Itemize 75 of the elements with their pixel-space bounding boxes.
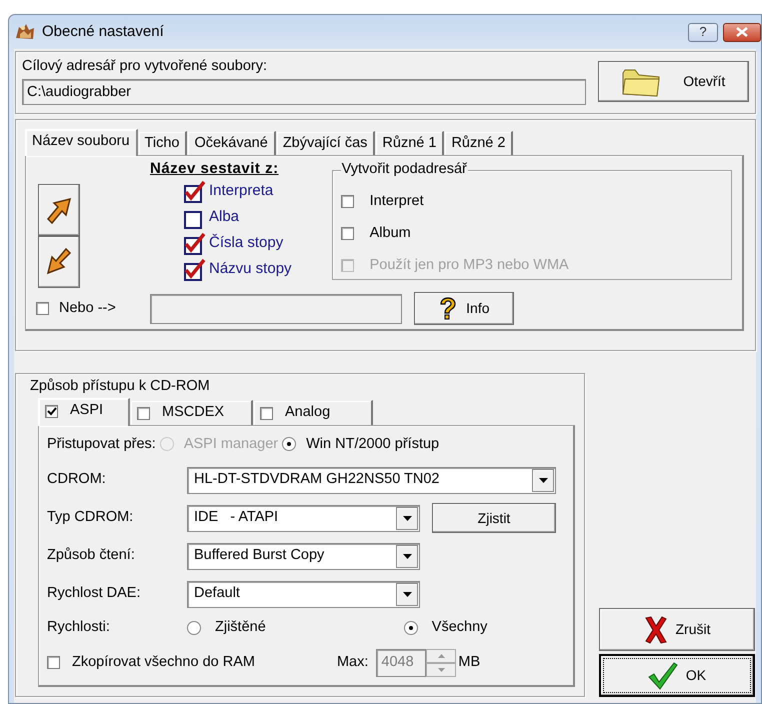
section-heading: Název sestavit z: (150, 160, 280, 178)
checkbox-label: Zkopírovat všechno do RAM (72, 654, 255, 672)
radio-label: Všechny (432, 619, 488, 637)
dropdown-arrow-icon (538, 478, 548, 483)
tab[interactable]: Analog (253, 400, 373, 425)
dropdown[interactable]: Buffered Burst Copy (187, 542, 420, 570)
radio-label: Zjištěné (215, 619, 266, 637)
move-up-button[interactable] (38, 184, 80, 236)
checkbox-label: Interpreta (209, 182, 274, 200)
tab[interactable]: MSCDEX (130, 400, 253, 425)
help-button[interactable]: ? (688, 22, 718, 42)
info-button[interactable]: Info (414, 292, 514, 326)
checkbox-label: Názvu stopy (209, 260, 292, 278)
field-label: Rychlost DAE: (47, 585, 139, 603)
detect-button[interactable]: Zjistit (432, 503, 556, 534)
checkmark-icon (648, 662, 678, 690)
field-label: Rychlosti: (47, 619, 111, 637)
checkbox[interactable] (184, 258, 206, 281)
tab[interactable]: Ticho (138, 131, 188, 156)
dropdown[interactable]: Default (187, 580, 420, 608)
ok-button[interactable]: OK (599, 654, 755, 697)
field-label: CDROM: (47, 471, 107, 489)
output-folder-field[interactable]: C:\audiograbber (22, 79, 586, 106)
checkbox-label: Použít jen pro MP3 nebo WMA (370, 256, 569, 274)
tab[interactable]: Zbývající čas (276, 131, 376, 156)
checkbox-label: Nebo --> (59, 300, 116, 318)
close-icon (736, 27, 748, 37)
field-label: Typ CDROM: (47, 509, 134, 527)
checkbox[interactable] (36, 302, 49, 316)
tab[interactable]: Očekávané (187, 131, 276, 156)
tab[interactable]: Název souboru (25, 129, 138, 156)
dropdown[interactable]: IDE - ATAPI (187, 504, 420, 532)
spinner[interactable] (426, 648, 456, 677)
checkbox[interactable] (340, 194, 354, 208)
unit-label: MB (458, 654, 480, 672)
move-down-button[interactable] (38, 236, 80, 288)
radio-button[interactable] (404, 620, 418, 635)
up-arrow-icon (44, 195, 74, 226)
checkbox[interactable] (137, 406, 150, 420)
radio-label: Win NT/2000 přístup (306, 436, 440, 454)
field-label: Přistupovat přes: (47, 436, 156, 454)
radio-button[interactable] (282, 437, 296, 452)
checkbox-label: Alba (209, 208, 240, 226)
field-label: Max: (336, 654, 368, 672)
checkbox-label: Interpret (370, 192, 424, 210)
field-label: Způsob čtení: (47, 547, 136, 565)
dropdown-arrow-icon (402, 516, 412, 521)
checkbox-label: Album (370, 224, 411, 242)
checkbox[interactable] (45, 404, 58, 418)
radio-label: ASPI manager (184, 436, 278, 454)
alternative-field[interactable] (150, 294, 402, 324)
cross-icon (644, 616, 668, 644)
cancel-button[interactable]: Zrušit (599, 608, 755, 651)
close-button[interactable] (723, 22, 761, 42)
window-title: Obecné nastavení (42, 23, 164, 41)
dropdown-arrow-icon (402, 554, 412, 559)
question-icon (438, 296, 458, 322)
group-title: Vytvořit podadresář (340, 161, 468, 179)
tab[interactable]: Různé 2 (444, 131, 514, 156)
dropdown-arrow-icon (402, 592, 412, 597)
checkbox[interactable] (47, 656, 60, 670)
tab[interactable]: Různé 1 (375, 131, 444, 156)
field-label: Cílový adresář pro vytvořené soubory: (22, 58, 268, 76)
checkbox-label: Čísla stopy (209, 234, 284, 252)
checkbox[interactable] (260, 406, 273, 420)
radio-button[interactable] (187, 620, 201, 635)
checkbox[interactable] (184, 180, 206, 203)
dropdown[interactable]: HL-DT-STDVDRAM GH22NS50 TN02 (187, 466, 556, 494)
checkbox[interactable] (184, 232, 206, 255)
tab[interactable]: ASPI (38, 398, 130, 426)
app-icon (14, 22, 36, 42)
group-title: Způsob přístupu k CD-ROM (30, 378, 211, 396)
folder-icon (621, 66, 662, 96)
open-button[interactable]: Otevřít (598, 61, 749, 102)
checkbox[interactable] (340, 226, 354, 240)
